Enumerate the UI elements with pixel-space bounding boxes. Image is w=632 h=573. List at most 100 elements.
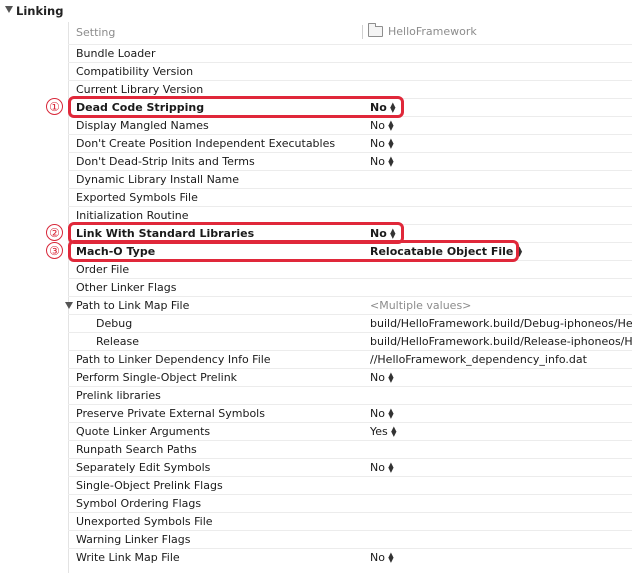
setting-name: Perform Single-Object Prelink <box>76 371 238 384</box>
value-popup[interactable]: No ▲ ▼ <box>370 101 396 114</box>
value-text: No <box>370 227 387 240</box>
setting-name: Preserve Private External Symbols <box>76 407 265 420</box>
setting-column-label: Setting <box>76 26 116 39</box>
value-text-field[interactable]: //HelloFramework_dependency_info.dat <box>370 353 587 366</box>
setting-row-other-linker-flags[interactable]: Other Linker Flags <box>68 278 632 296</box>
setting-name: Prelink libraries <box>76 389 161 402</box>
setting-row-runpath-search-paths[interactable]: Runpath Search Paths <box>68 440 632 458</box>
section-header-linking[interactable]: Linking <box>0 0 632 22</box>
setting-name: Display Mangled Names <box>76 119 209 132</box>
setting-row-release[interactable]: Release build/HelloFramework.build/Relea… <box>68 332 632 350</box>
setting-name: Initialization Routine <box>76 209 189 222</box>
setting-row-debug[interactable]: Debug build/HelloFramework.build/Debug-i… <box>68 314 632 332</box>
value-popup[interactable]: No ▲ ▼ <box>370 551 394 564</box>
setting-row-perform-single-object-prelink[interactable]: Perform Single-Object Prelink No ▲ ▼ <box>68 368 632 386</box>
disclosure-triangle-icon[interactable] <box>5 6 13 13</box>
setting-row-dont-dead-strip-inits[interactable]: Don't Dead-Strip Inits and Terms No ▲ ▼ <box>68 152 632 170</box>
setting-row-mach-o-type[interactable]: Mach-O Type Relocatable Object File ▲ ▼ <box>68 242 632 260</box>
value-popup[interactable]: No ▲ ▼ <box>370 155 394 168</box>
value-popup[interactable]: No ▲ ▼ <box>370 371 394 384</box>
section-title: Linking <box>16 4 64 18</box>
value-text-field[interactable]: <Multiple values> <box>370 299 471 312</box>
value-text-field[interactable]: build/HelloFramework.build/Release-iphon… <box>370 335 632 348</box>
setting-row-link-with-standard-libraries[interactable]: Link With Standard Libraries No ▲ ▼ <box>68 224 632 242</box>
setting-name: Link With Standard Libraries <box>76 227 255 240</box>
setting-row-path-to-linker-dependency-info-file[interactable]: Path to Linker Dependency Info File //He… <box>68 350 632 368</box>
value-popup[interactable]: No ▲ ▼ <box>370 227 396 240</box>
value-text: Yes <box>370 425 388 438</box>
value-text: No <box>370 155 385 168</box>
setting-row-order-file[interactable]: Order File <box>68 260 632 278</box>
target-column-header: HelloFramework <box>368 23 477 38</box>
setting-name: Current Library Version <box>76 83 204 96</box>
setting-row-warning-linker-flags[interactable]: Warning Linker Flags <box>68 530 632 548</box>
folder-icon <box>368 23 383 37</box>
annotation-number-2: ② <box>46 224 63 241</box>
value-popup[interactable]: No ▲ ▼ <box>370 407 394 420</box>
value-popup[interactable]: No ▲ ▼ <box>370 119 394 132</box>
setting-row-path-to-link-map-file[interactable]: Path to Link Map File <Multiple values> <box>65 296 632 314</box>
target-name: HelloFramework <box>388 25 477 38</box>
setting-name: Runpath Search Paths <box>76 443 197 456</box>
value-popup[interactable]: Relocatable Object File ▲ ▼ <box>370 245 522 258</box>
popup-stepper-icon: ▲ ▼ <box>391 424 397 438</box>
setting-name: Warning Linker Flags <box>76 533 191 546</box>
setting-name: Don't Dead-Strip Inits and Terms <box>76 155 255 168</box>
value-text-field[interactable]: build/HelloFramework.build/Debug-iphoneo… <box>370 317 632 330</box>
value-text: No <box>370 137 385 150</box>
value-text: No <box>370 551 385 564</box>
value-text: No <box>370 101 387 114</box>
setting-row-initialization-routine[interactable]: Initialization Routine <box>68 206 632 224</box>
setting-row-separately-edit-symbols[interactable]: Separately Edit Symbols No ▲ ▼ <box>68 458 632 476</box>
setting-row-write-link-map-file[interactable]: Write Link Map File No ▲ ▼ <box>68 548 632 566</box>
value-popup[interactable]: No ▲ ▼ <box>370 461 394 474</box>
setting-row-quote-linker-arguments[interactable]: Quote Linker Arguments Yes ▲ ▼ <box>68 422 632 440</box>
setting-name: Mach-O Type <box>76 245 156 258</box>
setting-row-display-mangled-names[interactable]: Display Mangled Names No ▲ ▼ <box>68 116 632 134</box>
setting-name: Dead Code Stripping <box>76 101 205 114</box>
popup-stepper-icon: ▲ ▼ <box>388 406 394 420</box>
setting-name: Single-Object Prelink Flags <box>76 479 223 492</box>
setting-name: Debug <box>96 317 133 330</box>
setting-name: Unexported Symbols File <box>76 515 213 528</box>
expand-triangle-icon[interactable] <box>65 302 73 309</box>
setting-row-dont-create-pie[interactable]: Don't Create Position Independent Execut… <box>68 134 632 152</box>
popup-stepper-icon: ▲ ▼ <box>388 136 394 150</box>
popup-stepper-icon: ▲ ▼ <box>388 370 394 384</box>
setting-row-single-object-prelink-flags[interactable]: Single-Object Prelink Flags <box>68 476 632 494</box>
setting-row-dead-code-stripping[interactable]: Dead Code Stripping No ▲ ▼ <box>68 98 632 116</box>
column-separator <box>362 25 363 39</box>
popup-stepper-icon: ▲ ▼ <box>390 226 396 240</box>
setting-row-prelink-libraries[interactable]: Prelink libraries <box>68 386 632 404</box>
popup-stepper-icon: ▲ ▼ <box>388 154 394 168</box>
popup-stepper-icon: ▲ ▼ <box>390 100 396 114</box>
setting-name: Other Linker Flags <box>76 281 177 294</box>
setting-row-exported-symbols-file[interactable]: Exported Symbols File <box>68 188 632 206</box>
value-text: No <box>370 371 385 384</box>
setting-row-current-library-version[interactable]: Current Library Version <box>68 80 632 98</box>
column-header: Setting HelloFramework <box>68 22 632 42</box>
annotation-number-1: ① <box>46 98 63 115</box>
popup-stepper-icon: ▲ ▼ <box>388 550 394 564</box>
setting-name: Symbol Ordering Flags <box>76 497 202 510</box>
setting-row-dynamic-library-install-name[interactable]: Dynamic Library Install Name <box>68 170 632 188</box>
setting-name: Release <box>96 335 139 348</box>
setting-name: Separately Edit Symbols <box>76 461 211 474</box>
setting-name: Quote Linker Arguments <box>76 425 211 438</box>
setting-name: Path to Linker Dependency Info File <box>76 353 271 366</box>
value-popup[interactable]: Yes ▲ ▼ <box>370 425 397 438</box>
setting-row-bundle-loader[interactable]: Bundle Loader <box>68 44 632 62</box>
setting-row-compatibility-version[interactable]: Compatibility Version <box>68 62 632 80</box>
setting-row-preserve-private-external-symbols[interactable]: Preserve Private External Symbols No ▲ ▼ <box>68 404 632 422</box>
popup-stepper-icon: ▲ ▼ <box>516 244 523 258</box>
setting-row-unexported-symbols-file[interactable]: Unexported Symbols File <box>68 512 632 530</box>
value-popup[interactable]: No ▲ ▼ <box>370 137 394 150</box>
setting-row-symbol-ordering-flags[interactable]: Symbol Ordering Flags <box>68 494 632 512</box>
setting-name: Order File <box>76 263 130 276</box>
setting-name: Compatibility Version <box>76 65 194 78</box>
setting-name: Dynamic Library Install Name <box>76 173 240 186</box>
setting-name: Bundle Loader <box>76 47 156 60</box>
setting-name: Exported Symbols File <box>76 191 198 204</box>
annotation-number-3: ③ <box>46 242 63 259</box>
value-text: Relocatable Object File <box>370 245 514 258</box>
